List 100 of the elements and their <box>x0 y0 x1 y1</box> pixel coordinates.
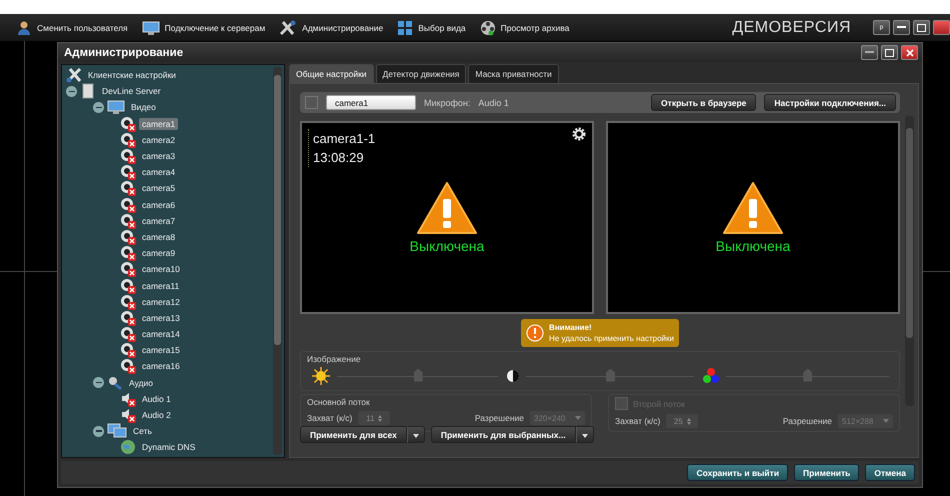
minus-icon <box>865 51 874 54</box>
rgb-dots-icon <box>702 367 720 385</box>
tab[interactable]: Маска приватности <box>468 64 559 83</box>
maximize-button[interactable] <box>913 20 930 35</box>
camera-error-icon <box>120 196 136 213</box>
camera-error-icon <box>120 294 136 310</box>
minimize-button[interactable] <box>893 20 910 35</box>
tree-item[interactable]: Аудио <box>126 376 156 389</box>
apply-button[interactable]: Применить для выбранных... <box>430 426 576 443</box>
footer-button[interactable]: Сохранить и выйти <box>687 464 788 481</box>
caret-icon <box>575 416 581 420</box>
pin-button[interactable]: ᵖ <box>873 20 890 35</box>
camera-error-icon <box>120 228 136 245</box>
collapse-toggle[interactable] <box>93 426 104 437</box>
microphone-link[interactable]: Audio 1 <box>478 98 509 108</box>
monitor-icon <box>142 20 160 36</box>
tab[interactable]: Детектор движения <box>376 64 466 83</box>
status-text: Выключена <box>716 238 790 254</box>
group-label: Основной поток <box>307 397 370 407</box>
minimize-button[interactable] <box>861 45 878 60</box>
camera-name-field[interactable]: camera1 <box>326 95 416 110</box>
camera-error-icon <box>120 245 136 262</box>
dropdown-button[interactable] <box>576 426 594 443</box>
tree-item[interactable]: camera9 <box>139 247 178 260</box>
warning-title: Внимание! <box>549 322 593 333</box>
tree-item[interactable]: camera3 <box>139 150 178 162</box>
microphone-label: Микрофон: <box>424 98 470 108</box>
camera-title: camera1-1 <box>313 130 376 148</box>
timestamp: 13:08:29 <box>313 149 365 167</box>
tree-item[interactable]: camera14 <box>139 328 183 340</box>
maximize-button[interactable] <box>881 45 898 60</box>
tree-item[interactable]: Видео <box>128 101 159 114</box>
tree-item[interactable]: Audio 1 <box>139 392 174 405</box>
footer-button[interactable]: Применить <box>794 464 860 481</box>
apply-button[interactable]: Применить для всех <box>300 426 407 443</box>
collapse-toggle[interactable] <box>93 377 104 388</box>
caret-icon <box>883 419 889 423</box>
scrollbar[interactable] <box>273 67 282 455</box>
camera-error-icon <box>120 180 136 196</box>
tools-icon <box>66 67 82 84</box>
scrollbar[interactable] <box>905 116 914 406</box>
toolbar-button[interactable]: Просмотр архива <box>478 18 572 38</box>
footer-button[interactable]: Отмена <box>865 464 915 481</box>
server-icon <box>80 83 96 100</box>
collapse-toggle[interactable] <box>66 86 77 97</box>
tree-item[interactable]: camera8 <box>139 230 178 243</box>
tree-item[interactable]: camera11 <box>139 280 182 292</box>
resolution-label: Разрешение <box>782 416 832 426</box>
collapse-toggle[interactable] <box>93 102 104 113</box>
caret-icon <box>412 434 419 438</box>
speaker-error-icon <box>120 390 136 407</box>
tree-item[interactable]: camera15 <box>139 344 183 356</box>
group-label: Изображение <box>307 354 361 364</box>
speaker-error-icon <box>120 407 136 424</box>
close-button[interactable] <box>901 45 918 60</box>
monitor-icon <box>107 99 125 116</box>
tree-item[interactable]: camera6 <box>139 198 178 211</box>
tree-item[interactable]: camera2 <box>139 134 178 146</box>
toolbar-button[interactable]: Подключение к серверам <box>140 18 268 38</box>
tree-item[interactable]: Audio 2 <box>139 409 174 422</box>
camera-error-icon <box>120 132 136 148</box>
gear-icon[interactable] <box>572 127 586 141</box>
tree-item[interactable]: camera1 <box>139 118 178 130</box>
grid-icon <box>397 20 414 36</box>
window-title: Администрирование <box>64 46 184 58</box>
checkbox[interactable] <box>305 96 318 109</box>
toolbar-button[interactable]: Выбор вида <box>395 18 468 38</box>
toolbar-button[interactable]: Сменить пользователя <box>14 18 130 38</box>
resolution-label: Разрешение <box>474 413 524 423</box>
camera-error-icon <box>120 164 136 180</box>
tree-item[interactable]: camera4 <box>139 166 178 178</box>
tree-item[interactable]: camera10 <box>139 263 183 276</box>
user-icon <box>16 20 32 36</box>
tree-item[interactable]: DevLine Server <box>99 85 164 98</box>
tree-item[interactable]: camera5 <box>139 182 178 194</box>
tree-item[interactable]: camera12 <box>139 296 183 308</box>
toolbar-button[interactable]: Администрирование <box>277 18 386 38</box>
action-button[interactable]: Открыть в браузере <box>651 94 756 111</box>
camera-error-icon <box>120 148 136 164</box>
camera-error-icon <box>120 358 136 374</box>
tree-item[interactable]: Сеть <box>130 425 155 438</box>
slider-thumb[interactable] <box>803 368 812 382</box>
tree-item[interactable]: Клиентские настройки <box>85 69 179 82</box>
slider-thumb[interactable] <box>606 368 615 382</box>
tree-item[interactable]: camera13 <box>139 312 183 324</box>
camera-error-icon <box>120 278 136 294</box>
dropdown-button[interactable] <box>406 426 425 443</box>
warning-icon <box>722 181 784 235</box>
caret-icon <box>582 434 588 438</box>
tab[interactable]: Общие настройки <box>289 64 374 83</box>
tree-item[interactable]: camera7 <box>139 214 178 227</box>
warning-icon <box>416 181 478 235</box>
tree-item[interactable]: Dynamic DNS <box>139 441 198 454</box>
square-icon <box>885 48 894 56</box>
camera-error-icon <box>120 212 136 229</box>
sun-icon <box>311 366 331 386</box>
action-button[interactable]: Настройки подключения... <box>764 94 896 111</box>
globe-icon <box>120 439 136 456</box>
slider-thumb[interactable] <box>414 368 423 382</box>
tree-item[interactable]: camera16 <box>139 360 183 372</box>
